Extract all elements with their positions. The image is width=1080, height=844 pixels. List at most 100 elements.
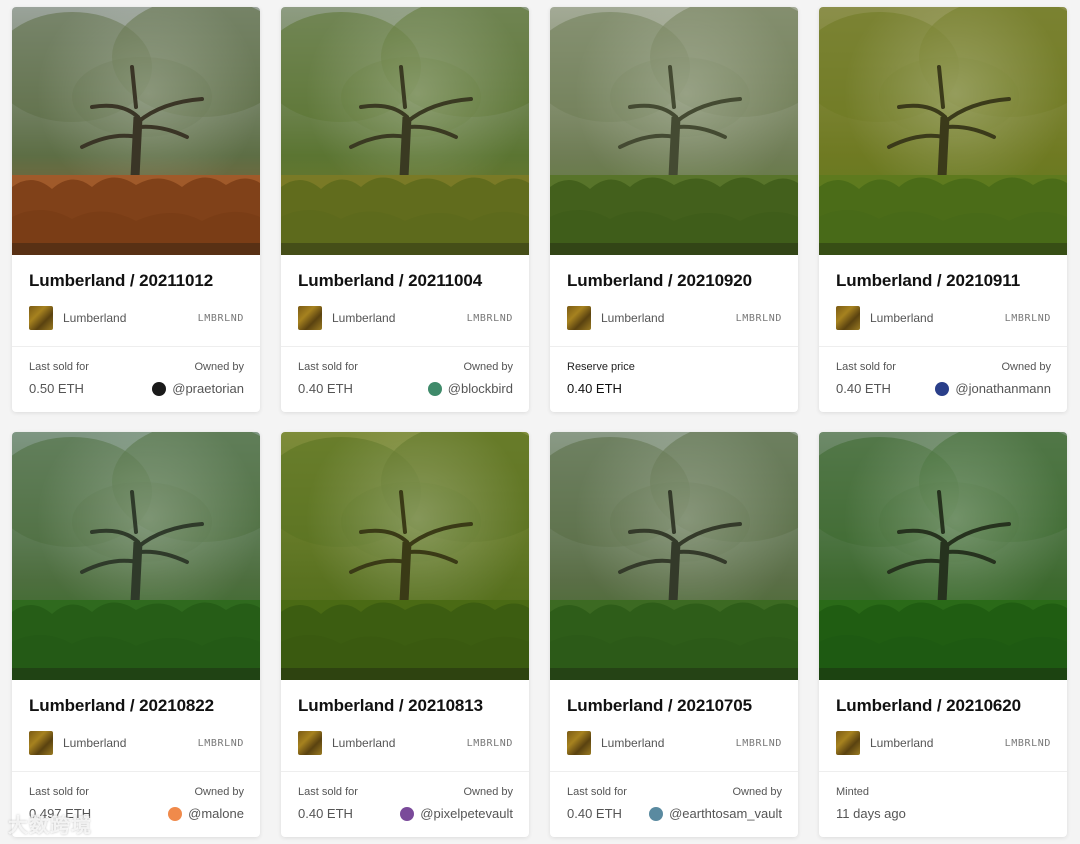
- artwork-title[interactable]: Lumberland / 20210822: [29, 696, 214, 716]
- collection-row[interactable]: Lumberland LMBRLND: [836, 731, 1051, 755]
- artwork-image[interactable]: [819, 7, 1067, 255]
- artwork-image[interactable]: [12, 7, 260, 255]
- collection-symbol: LMBRLND: [466, 737, 513, 749]
- artwork-card[interactable]: Lumberland / 20210705 Lumberland LMBRLND…: [550, 432, 798, 837]
- owner-label: Owned by: [1001, 361, 1051, 373]
- collection-symbol: LMBRLND: [1004, 312, 1051, 324]
- owner-label: Owned by: [463, 361, 513, 373]
- status-block: Last sold for 0.40 ETH: [567, 786, 627, 821]
- status-label: Last sold for: [29, 361, 89, 373]
- owner-block: Owned by @malone: [168, 786, 244, 821]
- collection-thumbnail: [29, 731, 53, 755]
- owner-avatar: [427, 381, 442, 396]
- owner-link[interactable]: @praetorian: [152, 381, 244, 396]
- collection-row[interactable]: Lumberland LMBRLND: [298, 306, 513, 330]
- artwork-title[interactable]: Lumberland / 20211012: [29, 271, 213, 291]
- status-value: 0.40 ETH: [298, 806, 353, 821]
- divider: [281, 771, 529, 772]
- artwork-card[interactable]: Lumberland / 20210822 Lumberland LMBRLND…: [12, 432, 260, 837]
- owner-label: Owned by: [194, 361, 244, 373]
- owner-block: Owned by @blockbird: [427, 361, 513, 396]
- collection-name: Lumberland: [63, 311, 127, 325]
- divider: [819, 346, 1067, 347]
- collection-row[interactable]: Lumberland LMBRLND: [29, 731, 244, 755]
- owner-link[interactable]: @pixelpetevault: [400, 806, 513, 821]
- artwork-image[interactable]: [550, 432, 798, 680]
- status-value: 0.40 ETH: [298, 381, 353, 396]
- artwork-image[interactable]: [281, 432, 529, 680]
- status-label: Reserve price: [567, 361, 635, 373]
- artwork-card[interactable]: Lumberland / 20211004 Lumberland LMBRLND…: [281, 7, 529, 412]
- artwork-title[interactable]: Lumberland / 20210705: [567, 696, 752, 716]
- collection-name: Lumberland: [870, 736, 934, 750]
- collection-row[interactable]: Lumberland LMBRLND: [29, 306, 244, 330]
- collection-thumbnail: [298, 306, 322, 330]
- owner-link[interactable]: @earthtosam_vault: [649, 806, 782, 821]
- divider: [12, 771, 260, 772]
- status-label: Last sold for: [29, 786, 89, 798]
- divider: [550, 771, 798, 772]
- status-label: Last sold for: [298, 786, 358, 798]
- owner-avatar: [400, 806, 415, 821]
- artwork-title[interactable]: Lumberland / 20210911: [836, 271, 1020, 291]
- status-value: 0.40 ETH: [567, 806, 622, 821]
- forest-image: [819, 7, 1067, 255]
- artwork-image[interactable]: [819, 432, 1067, 680]
- artwork-image[interactable]: [12, 432, 260, 680]
- status-block: Last sold for 0.40 ETH: [836, 361, 896, 396]
- collection-thumbnail: [298, 731, 322, 755]
- artwork-title[interactable]: Lumberland / 20210813: [298, 696, 483, 716]
- artwork-title[interactable]: Lumberland / 20211004: [298, 271, 482, 291]
- status-label: Last sold for: [567, 786, 627, 798]
- owner-link[interactable]: @malone: [168, 806, 244, 821]
- divider: [281, 346, 529, 347]
- owner-link[interactable]: @blockbird: [427, 381, 513, 396]
- owner-avatar: [649, 806, 664, 821]
- status-value: 11 days ago: [836, 806, 906, 821]
- artwork-image[interactable]: [281, 7, 529, 255]
- collection-row[interactable]: Lumberland LMBRLND: [298, 731, 513, 755]
- collection-symbol: LMBRLND: [735, 312, 782, 324]
- forest-image: [12, 432, 260, 680]
- owner-block: Owned by @pixelpetevault: [400, 786, 513, 821]
- collection-row[interactable]: Lumberland LMBRLND: [567, 306, 782, 330]
- collection-symbol: LMBRLND: [197, 737, 244, 749]
- collection-symbol: LMBRLND: [197, 312, 244, 324]
- artwork-card[interactable]: Lumberland / 20211012 Lumberland LMBRLND…: [12, 7, 260, 412]
- status-value: 0.50 ETH: [29, 381, 84, 396]
- status-label: Minted: [836, 786, 870, 798]
- collection-thumbnail: [29, 306, 53, 330]
- collection-thumbnail: [836, 306, 860, 330]
- artwork-image[interactable]: [550, 7, 798, 255]
- collection-name: Lumberland: [601, 311, 665, 325]
- status-label: Last sold for: [836, 361, 896, 373]
- collection-name: Lumberland: [601, 736, 665, 750]
- forest-image: [550, 432, 798, 680]
- divider: [819, 771, 1067, 772]
- collection-name: Lumberland: [332, 311, 396, 325]
- collection-name: Lumberland: [870, 311, 934, 325]
- status-block: Last sold for 0.40 ETH: [298, 786, 358, 821]
- owner-handle: @jonathanmann: [955, 381, 1051, 396]
- status-block: Last sold for 0.50 ETH: [29, 361, 89, 396]
- artwork-grid: Lumberland / 20211012 Lumberland LMBRLND…: [12, 7, 1067, 837]
- collection-name: Lumberland: [332, 736, 396, 750]
- artwork-card[interactable]: Lumberland / 20210920 Lumberland LMBRLND…: [550, 7, 798, 412]
- status-value: 0.40 ETH: [836, 381, 891, 396]
- artwork-card[interactable]: Lumberland / 20210911 Lumberland LMBRLND…: [819, 7, 1067, 412]
- forest-image: [550, 7, 798, 255]
- artwork-title[interactable]: Lumberland / 20210620: [836, 696, 1021, 716]
- collection-thumbnail: [836, 731, 860, 755]
- owner-label: Owned by: [732, 786, 782, 798]
- owner-avatar: [168, 806, 183, 821]
- forest-image: [281, 7, 529, 255]
- artwork-title[interactable]: Lumberland / 20210920: [567, 271, 752, 291]
- owner-link[interactable]: @jonathanmann: [935, 381, 1051, 396]
- artwork-card[interactable]: Lumberland / 20210620 Lumberland LMBRLND…: [819, 432, 1067, 837]
- forest-image: [819, 432, 1067, 680]
- collection-thumbnail: [567, 731, 591, 755]
- owner-handle: @earthtosam_vault: [669, 806, 782, 821]
- collection-row[interactable]: Lumberland LMBRLND: [567, 731, 782, 755]
- artwork-card[interactable]: Lumberland / 20210813 Lumberland LMBRLND…: [281, 432, 529, 837]
- collection-row[interactable]: Lumberland LMBRLND: [836, 306, 1051, 330]
